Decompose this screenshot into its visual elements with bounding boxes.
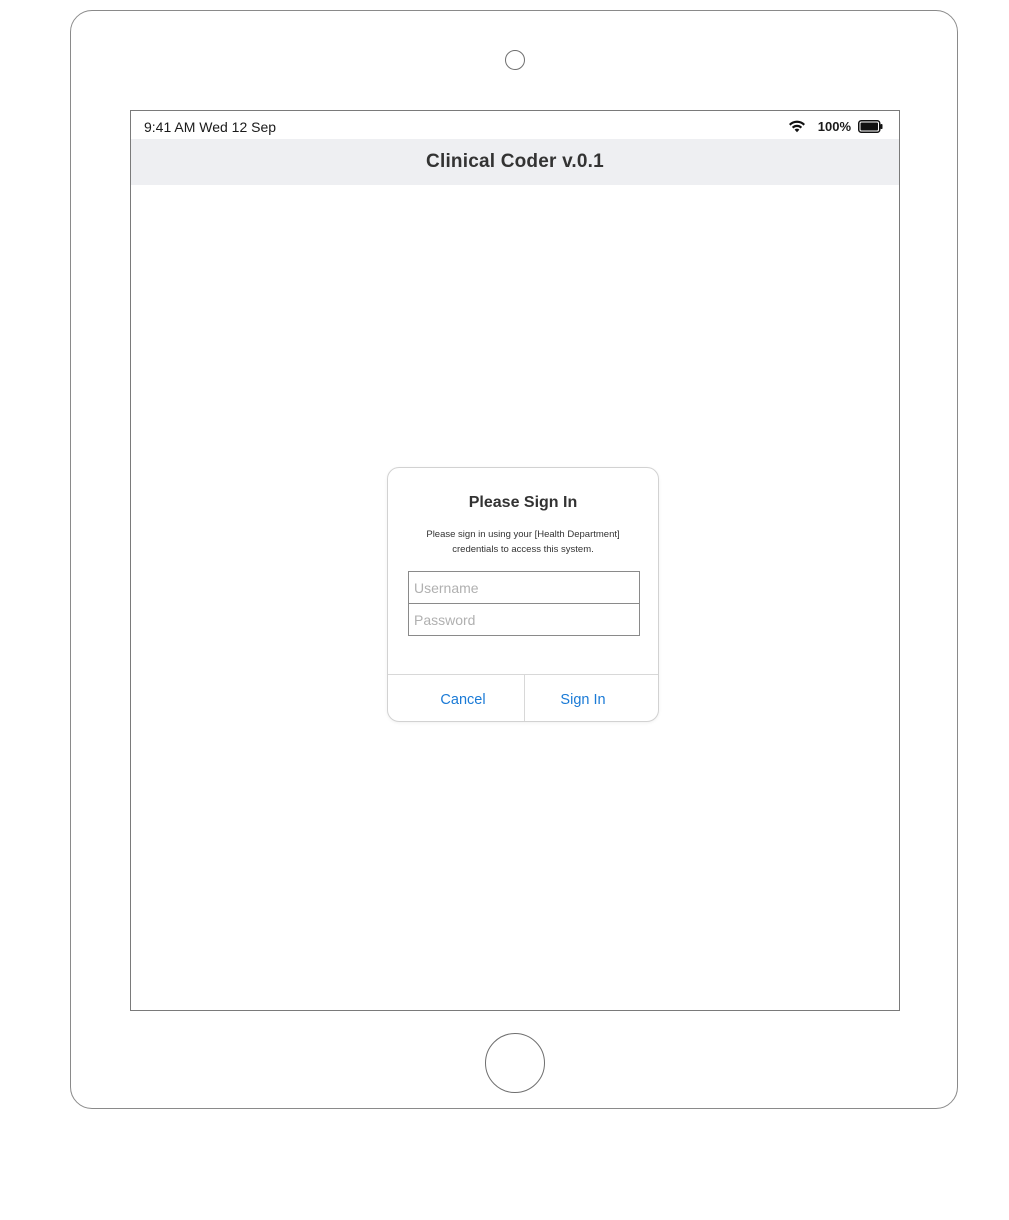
camera-icon — [505, 50, 525, 70]
page-title: Clinical Coder v.0.1 — [426, 151, 604, 172]
password-input[interactable] — [408, 603, 640, 636]
cancel-button[interactable]: Cancel — [396, 675, 530, 721]
dialog-message: Please sign in using your [Health Depart… — [426, 529, 620, 555]
sign-in-dialog: Please Sign In Please sign in using your… — [387, 467, 659, 722]
navigation-bar: Clinical Coder v.0.1 — [131, 139, 899, 185]
dialog-title: Please Sign In — [468, 494, 578, 511]
wifi-icon — [788, 120, 805, 133]
status-indicators: 100% — [788, 117, 883, 135]
battery-percentage: 100% — [817, 118, 851, 134]
tablet-screen: 9:41 AM Wed 12 Sep 100% Clinical Coder v… — [130, 110, 900, 1011]
status-bar: 9:41 AM Wed 12 Sep 100% — [131, 111, 899, 139]
home-button[interactable] — [485, 1033, 545, 1093]
username-input[interactable] — [408, 571, 640, 604]
sign-in-button[interactable]: Sign In — [525, 675, 641, 721]
battery-full-icon — [858, 119, 883, 133]
status-time: 9:41 AM Wed 12 Sep — [144, 119, 277, 135]
